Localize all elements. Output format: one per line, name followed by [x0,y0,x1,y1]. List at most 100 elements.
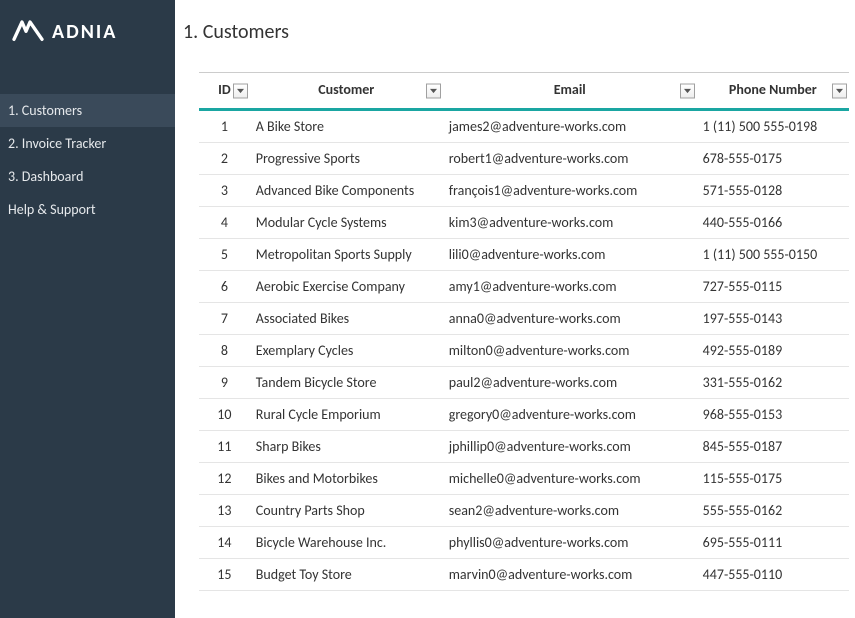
nav: 1. Customers2. Invoice Tracker3. Dashboa… [0,94,175,226]
table-row[interactable]: 12Bikes and Motorbikesmichelle0@adventur… [199,463,849,495]
cell-email: kim3@adventure-works.com [443,207,697,239]
cell-phone: 678-555-0175 [697,143,849,175]
app-root: ADNIA 1. Customers2. Invoice Tracker3. D… [0,0,855,618]
brand-logo-icon [12,18,44,46]
table-row[interactable]: 1A Bike Storejames2@adventure-works.com1… [199,110,849,143]
cell-id: 12 [199,463,250,495]
chevron-down-icon [237,88,244,93]
cell-phone: 727-555-0115 [697,271,849,303]
cell-email: milton0@adventure-works.com [443,335,697,367]
cell-customer: Exemplary Cycles [250,335,443,367]
table-row[interactable]: 8Exemplary Cyclesmilton0@adventure-works… [199,335,849,367]
cell-customer: Associated Bikes [250,303,443,335]
cell-phone: 492-555-0189 [697,335,849,367]
table-row[interactable]: 6Aerobic Exercise Companyamy1@adventure-… [199,271,849,303]
cell-id: 10 [199,399,250,431]
table-row[interactable]: 3Advanced Bike Componentsfrançois1@adven… [199,175,849,207]
main: 1. Customers ID Customer [175,0,855,618]
column-label: Customer [318,81,374,98]
cell-email: amy1@adventure-works.com [443,271,697,303]
cell-id: 8 [199,335,250,367]
table-row[interactable]: 10Rural Cycle Emporiumgregory0@adventure… [199,399,849,431]
cell-email: sean2@adventure-works.com [443,495,697,527]
cell-customer: Bikes and Motorbikes [250,463,443,495]
sidebar-item-2[interactable]: 3. Dashboard [0,160,175,193]
cell-customer: Country Parts Shop [250,495,443,527]
cell-phone: 197-555-0143 [697,303,849,335]
cell-customer: Tandem Bicycle Store [250,367,443,399]
table-row[interactable]: 5Metropolitan Sports Supplylili0@adventu… [199,239,849,271]
cell-phone: 695-555-0111 [697,527,849,559]
column-header-id[interactable]: ID [199,73,250,110]
filter-button-email[interactable] [680,83,695,98]
cell-id: 6 [199,271,250,303]
cell-email: françois1@adventure-works.com [443,175,697,207]
cell-email: jphillip0@adventure-works.com [443,431,697,463]
cell-id: 4 [199,207,250,239]
brand-name: ADNIA [52,20,117,44]
chevron-down-icon [836,88,843,93]
cell-id: 2 [199,143,250,175]
column-header-email[interactable]: Email [443,73,697,110]
cell-customer: Modular Cycle Systems [250,207,443,239]
cell-customer: A Bike Store [250,110,443,143]
chevron-down-icon [684,88,691,93]
cell-id: 13 [199,495,250,527]
sidebar-item-0[interactable]: 1. Customers [0,94,175,127]
brand: ADNIA [0,0,175,70]
table-row[interactable]: 14Bicycle Warehouse Inc.phyllis0@adventu… [199,527,849,559]
cell-phone: 555-555-0162 [697,495,849,527]
column-header-customer[interactable]: Customer [250,73,443,110]
chevron-down-icon [430,88,437,93]
customers-table: ID Customer Email [199,72,849,591]
cell-phone: 115-555-0175 [697,463,849,495]
cell-phone: 571-555-0128 [697,175,849,207]
cell-phone: 331-555-0162 [697,367,849,399]
cell-id: 7 [199,303,250,335]
cell-id: 14 [199,527,250,559]
cell-email: gregory0@adventure-works.com [443,399,697,431]
cell-id: 1 [199,110,250,143]
cell-id: 5 [199,239,250,271]
cell-phone: 447-555-0110 [697,559,849,591]
cell-id: 9 [199,367,250,399]
cell-customer: Advanced Bike Components [250,175,443,207]
column-header-phone[interactable]: Phone Number [697,73,849,110]
column-label: ID [218,81,231,98]
cell-customer: Sharp Bikes [250,431,443,463]
cell-email: phyllis0@adventure-works.com [443,527,697,559]
column-label: Phone Number [729,81,817,98]
cell-phone: 968-555-0153 [697,399,849,431]
cell-phone: 1 (11) 500 555-0198 [697,110,849,143]
cell-id: 15 [199,559,250,591]
sidebar-item-3[interactable]: Help & Support [0,193,175,226]
cell-customer: Budget Toy Store [250,559,443,591]
cell-email: lili0@adventure-works.com [443,239,697,271]
filter-button-customer[interactable] [426,83,441,98]
table-row[interactable]: 15Budget Toy Storemarvin0@adventure-work… [199,559,849,591]
sidebar: ADNIA 1. Customers2. Invoice Tracker3. D… [0,0,175,618]
table-row[interactable]: 13Country Parts Shopsean2@adventure-work… [199,495,849,527]
cell-customer: Metropolitan Sports Supply [250,239,443,271]
filter-button-phone[interactable] [832,83,847,98]
table-row[interactable]: 9Tandem Bicycle Storepaul2@adventure-wor… [199,367,849,399]
cell-email: marvin0@adventure-works.com [443,559,697,591]
cell-phone: 440-555-0166 [697,207,849,239]
cell-customer: Aerobic Exercise Company [250,271,443,303]
cell-phone: 845-555-0187 [697,431,849,463]
table-row[interactable]: 11Sharp Bikesjphillip0@adventure-works.c… [199,431,849,463]
cell-customer: Rural Cycle Emporium [250,399,443,431]
filter-button-id[interactable] [233,83,248,98]
cell-email: anna0@adventure-works.com [443,303,697,335]
cell-email: paul2@adventure-works.com [443,367,697,399]
cell-email: michelle0@adventure-works.com [443,463,697,495]
cell-phone: 1 (11) 500 555-0150 [697,239,849,271]
cell-id: 11 [199,431,250,463]
cell-email: james2@adventure-works.com [443,110,697,143]
table-header-row: ID Customer Email [199,73,849,110]
table-row[interactable]: 7Associated Bikesanna0@adventure-works.c… [199,303,849,335]
table-row[interactable]: 2Progressive Sportsrobert1@adventure-wor… [199,143,849,175]
page-title: 1. Customers [175,0,855,72]
sidebar-item-1[interactable]: 2. Invoice Tracker [0,127,175,160]
table-row[interactable]: 4Modular Cycle Systemskim3@adventure-wor… [199,207,849,239]
